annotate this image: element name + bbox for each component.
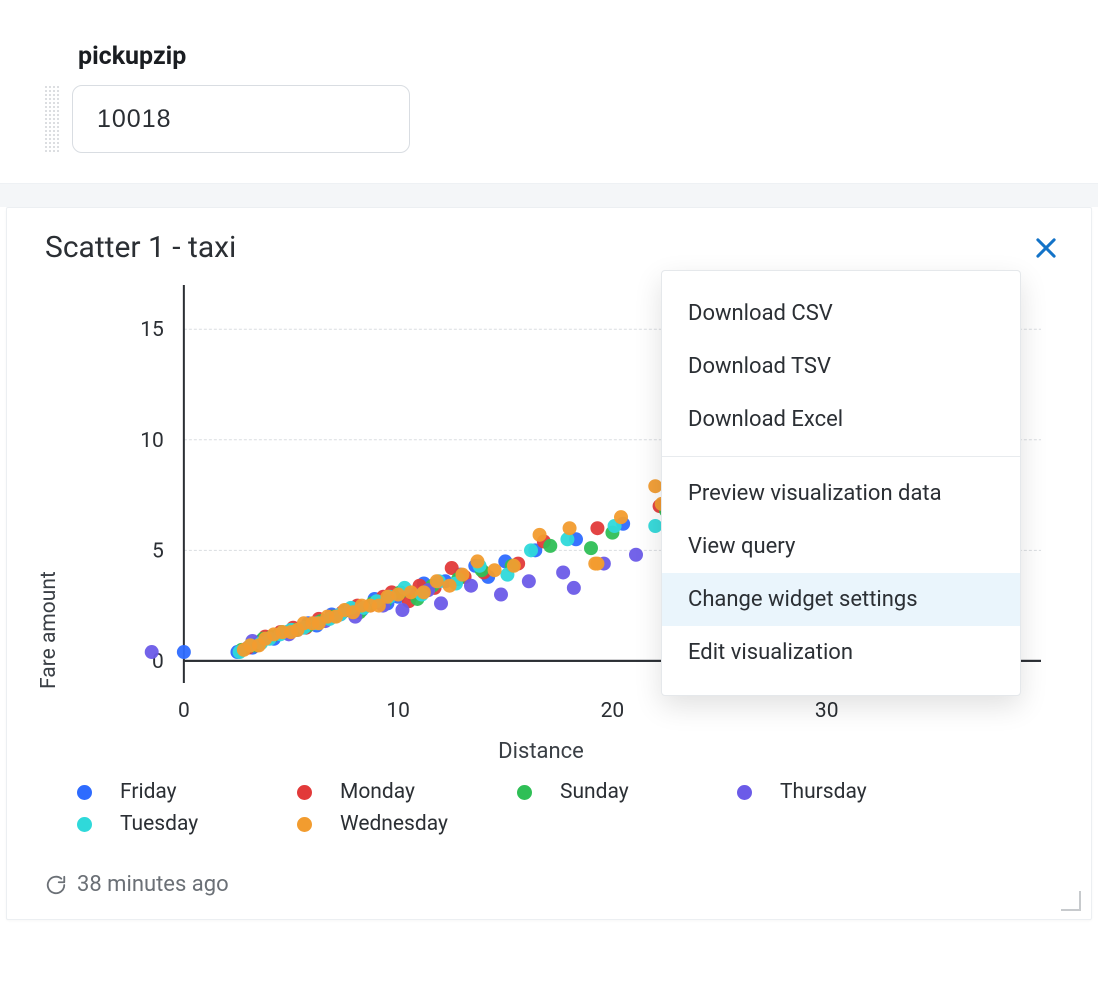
legend-item-tuesday[interactable]: Tuesday — [77, 808, 297, 840]
svg-text:15: 15 — [140, 318, 164, 342]
card-header: Scatter 1 - taxi — [7, 230, 1091, 269]
svg-text:10: 10 — [386, 699, 410, 723]
legend-item-thursday[interactable]: Thursday — [737, 776, 957, 808]
menu-item-view-query[interactable]: View query — [662, 520, 1020, 573]
legend-label: Thursday — [780, 780, 867, 804]
svg-text:30: 30 — [815, 699, 839, 723]
menu-item-download-excel[interactable]: Download Excel — [662, 393, 1020, 446]
filter-label: pickupzip — [78, 42, 1054, 71]
menu-item-download-tsv[interactable]: Download TSV — [662, 340, 1020, 393]
legend-label: Friday — [120, 780, 177, 804]
legend-swatch-icon — [297, 785, 312, 800]
resize-handle-icon[interactable] — [1061, 891, 1081, 911]
legend-label: Monday — [340, 780, 415, 804]
legend-swatch-icon — [517, 785, 532, 800]
card-gap — [0, 183, 1098, 207]
context-menu: Download CSVDownload TSVDownload Excel Pr… — [661, 270, 1021, 696]
drag-handle-icon[interactable] — [44, 85, 60, 153]
refresh-icon — [45, 874, 67, 896]
x-axis-label: Distance — [61, 739, 1061, 764]
visualization-card: Scatter 1 - taxi Fare amount 05101501020… — [6, 207, 1092, 920]
legend-swatch-icon — [737, 785, 752, 800]
close-icon[interactable] — [1031, 233, 1061, 263]
legend-label: Sunday — [560, 780, 629, 804]
legend: Friday Monday Sunday Thursday Tuesday Wednesd… — [7, 764, 1091, 846]
legend-swatch-icon — [77, 785, 92, 800]
svg-text:0: 0 — [178, 699, 190, 723]
svg-text:5: 5 — [152, 539, 164, 563]
legend-label: Tuesday — [120, 812, 198, 836]
legend-swatch-icon — [297, 817, 312, 832]
svg-text:10: 10 — [140, 429, 164, 453]
svg-text:20: 20 — [601, 699, 625, 723]
refresh-timestamp: 38 minutes ago — [77, 872, 229, 897]
filter-row — [44, 85, 1054, 153]
filter-section: pickupzip — [0, 0, 1098, 183]
legend-item-sunday[interactable]: Sunday — [517, 776, 737, 808]
legend-item-monday[interactable]: Monday — [297, 776, 517, 808]
menu-item-preview-visualization-data[interactable]: Preview visualization data — [662, 467, 1020, 520]
legend-item-wednesday[interactable]: Wednesday — [297, 808, 517, 840]
legend-swatch-icon — [77, 817, 92, 832]
legend-label: Wednesday — [340, 812, 448, 836]
pickupzip-input[interactable] — [72, 85, 410, 153]
card-footer: 38 minutes ago — [7, 846, 1091, 903]
card-title: Scatter 1 - taxi — [45, 230, 236, 265]
menu-item-edit-visualization[interactable]: Edit visualization — [662, 626, 1020, 679]
y-axis-label: Fare amount — [37, 571, 61, 689]
menu-item-download-csv[interactable]: Download CSV — [662, 287, 1020, 340]
menu-separator — [662, 456, 1020, 457]
legend-item-friday[interactable]: Friday — [77, 776, 297, 808]
menu-item-change-widget-settings[interactable]: Change widget settings — [662, 573, 1020, 626]
